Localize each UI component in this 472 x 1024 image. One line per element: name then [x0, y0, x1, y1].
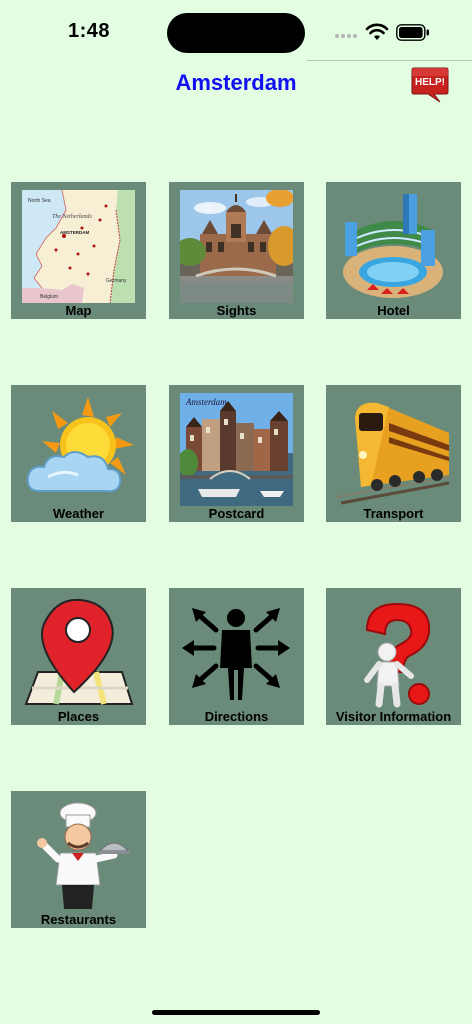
- tile-visitor-information[interactable]: Visitor Information: [326, 588, 461, 725]
- tile-label: Map: [65, 303, 92, 318]
- nav-divider: [307, 60, 472, 61]
- location-pin-icon: [22, 596, 135, 709]
- sights-icon: [180, 190, 293, 303]
- tile-label: Visitor Information: [335, 709, 452, 724]
- tile-postcard[interactable]: Amsterdam Postcard: [169, 385, 304, 522]
- tile-label: Places: [57, 709, 100, 724]
- tile-map[interactable]: North Sea The Netherlands AMSTERDAM Germ…: [11, 182, 146, 319]
- question-icon: [337, 596, 450, 709]
- dynamic-island: [167, 13, 305, 53]
- tile-label: Restaurants: [40, 912, 117, 927]
- help-bubble-icon: HELP!: [411, 67, 449, 103]
- tile-label: Hotel: [377, 303, 410, 318]
- tile-sights[interactable]: Sights: [169, 182, 304, 319]
- map-icon: North Sea The Netherlands AMSTERDAM Germ…: [22, 190, 135, 303]
- home-indicator[interactable]: [152, 1010, 320, 1015]
- directions-icon: [180, 596, 293, 709]
- page-title: Amsterdam: [175, 70, 297, 95]
- help-button[interactable]: HELP!: [410, 64, 450, 104]
- svg-text:HELP!: HELP!: [415, 77, 445, 88]
- svg-text:Germany: Germany: [106, 278, 127, 284]
- svg-text:The Netherlands: The Netherlands: [52, 214, 92, 220]
- status-time: 1:48: [68, 20, 111, 42]
- battery-icon: [396, 24, 429, 41]
- tile-label: Postcard: [208, 506, 265, 521]
- cellular-signal-icon: [335, 33, 359, 39]
- tile-label: Weather: [52, 506, 105, 521]
- train-icon: [337, 393, 450, 506]
- tile-label: Directions: [204, 709, 269, 724]
- tile-hotel[interactable]: Hotel: [326, 182, 461, 319]
- svg-text:Amsterdam: Amsterdam: [185, 397, 227, 407]
- tile-label: Sights: [216, 303, 257, 318]
- weather-icon: [22, 393, 135, 506]
- tile-restaurants[interactable]: Restaurants: [11, 791, 146, 928]
- postcard-icon: Amsterdam: [180, 393, 293, 506]
- tile-transport[interactable]: Transport: [326, 385, 461, 522]
- status-bar: 1:48: [0, 0, 472, 60]
- svg-text:Belgium: Belgium: [40, 294, 58, 300]
- tile-weather[interactable]: Weather: [11, 385, 146, 522]
- tile-directions[interactable]: Directions: [169, 588, 304, 725]
- hotel-icon: [337, 190, 450, 303]
- wifi-icon: [365, 23, 389, 40]
- chef-icon: [22, 799, 135, 912]
- svg-text:AMSTERDAM: AMSTERDAM: [60, 230, 89, 235]
- tile-places[interactable]: Places: [11, 588, 146, 725]
- svg-text:North Sea: North Sea: [28, 198, 51, 204]
- tile-label: Transport: [363, 506, 424, 521]
